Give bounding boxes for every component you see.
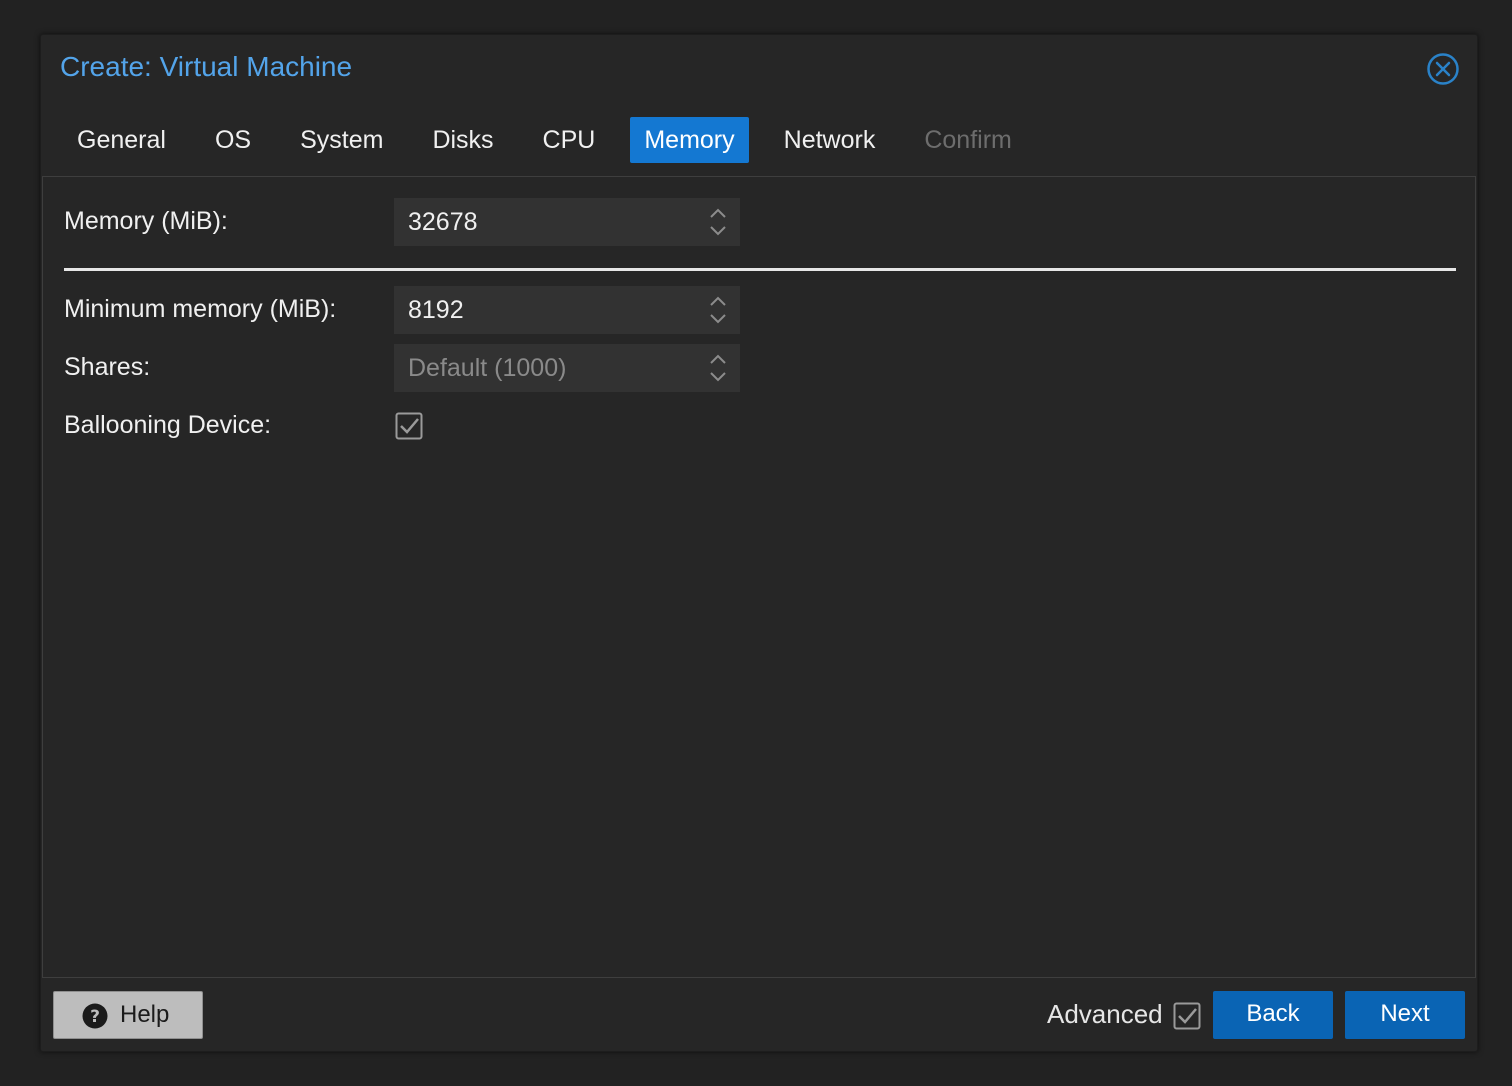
ballooning-checkbox[interactable] xyxy=(395,412,423,440)
tab-cpu[interactable]: CPU xyxy=(529,117,610,163)
shares-spinner[interactable]: Default (1000) xyxy=(394,344,740,392)
min-memory-value[interactable]: 8192 xyxy=(408,286,464,334)
min-memory-label: Minimum memory (MiB): xyxy=(64,295,337,323)
spinner-arrows-icon[interactable] xyxy=(708,351,728,385)
spinner-arrows-icon[interactable] xyxy=(708,205,728,239)
back-button[interactable]: Back xyxy=(1213,991,1333,1039)
close-icon[interactable] xyxy=(1427,53,1459,85)
advanced-label: Advanced xyxy=(1047,999,1163,1029)
create-vm-dialog: Create: Virtual Machine General OS Syste… xyxy=(40,34,1478,1052)
tab-memory[interactable]: Memory xyxy=(630,117,749,163)
question-circle-icon: ? xyxy=(82,1003,108,1029)
tab-disks[interactable]: Disks xyxy=(418,117,507,163)
dialog-title: Create: Virtual Machine xyxy=(60,51,353,82)
tab-network[interactable]: Network xyxy=(770,117,890,163)
advanced-separator xyxy=(64,268,1456,271)
tab-os[interactable]: OS xyxy=(201,117,265,163)
spinner-arrows-icon[interactable] xyxy=(708,293,728,327)
tab-confirm: Confirm xyxy=(924,126,1012,154)
tab-general[interactable]: General xyxy=(63,117,180,163)
next-button[interactable]: Next xyxy=(1345,991,1465,1039)
tab-system[interactable]: System xyxy=(286,117,397,163)
shares-label: Shares: xyxy=(64,353,151,381)
svg-text:?: ? xyxy=(90,1007,100,1027)
help-label: Help xyxy=(120,1001,170,1028)
min-memory-spinner[interactable]: 8192 xyxy=(394,286,740,334)
memory-spinner[interactable]: 32678 xyxy=(394,198,740,246)
memory-panel: Memory (MiB): 32678 Minimum memory (MiB)… xyxy=(42,176,1476,978)
help-button[interactable]: ? Help xyxy=(53,991,203,1039)
memory-value[interactable]: 32678 xyxy=(408,198,478,246)
shares-placeholder[interactable]: Default (1000) xyxy=(408,344,566,392)
ballooning-label: Ballooning Device: xyxy=(64,411,272,439)
wizard-tabs: General OS System Disks CPU Memory Netwo… xyxy=(63,117,1047,163)
memory-label: Memory (MiB): xyxy=(64,207,228,235)
advanced-checkbox[interactable] xyxy=(1173,1002,1201,1030)
